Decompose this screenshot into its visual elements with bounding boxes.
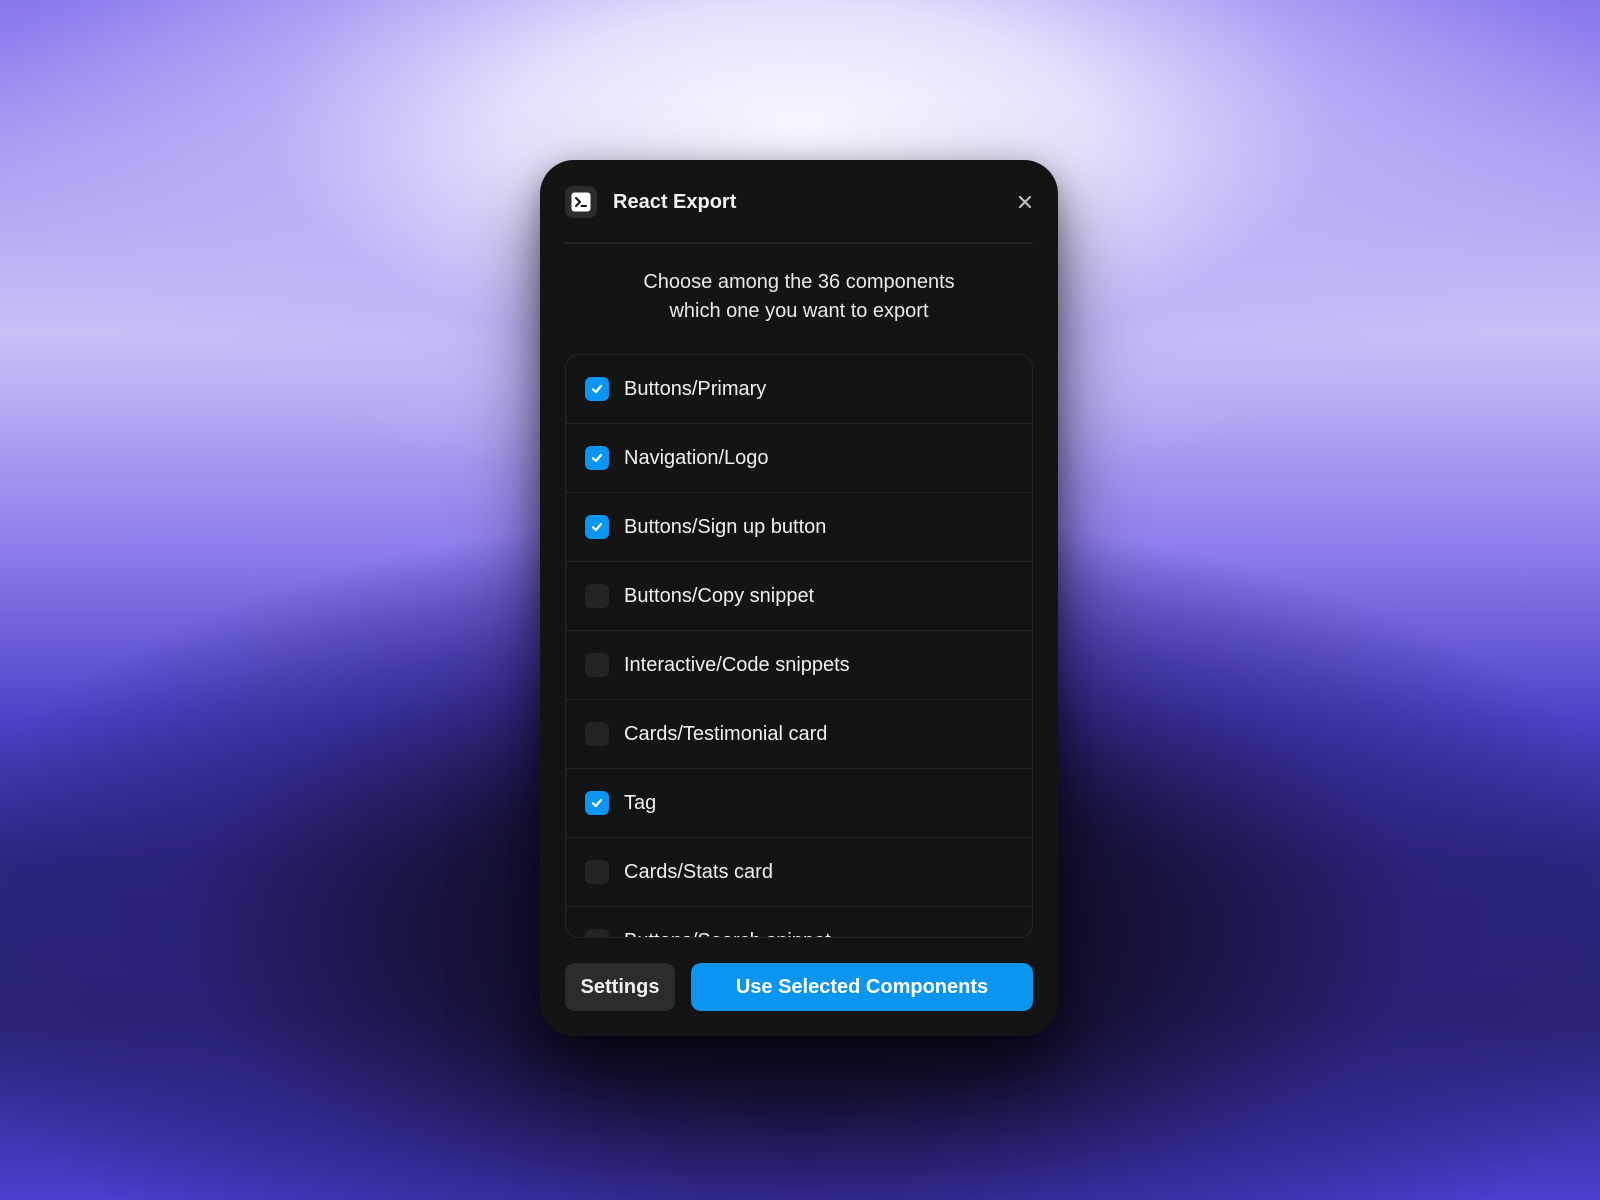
component-label: Cards/Testimonial card: [624, 722, 828, 745]
component-row[interactable]: Buttons/Copy snippet: [566, 562, 1032, 631]
component-row[interactable]: Tag: [566, 769, 1032, 838]
component-row[interactable]: Buttons/Sign up button: [566, 493, 1032, 562]
component-checkbox[interactable]: [585, 584, 609, 608]
component-label: Buttons/Primary: [624, 377, 767, 400]
component-label: Buttons/Search snippet: [624, 930, 831, 938]
dialog-footer: Settings Use Selected Components: [565, 963, 1033, 1011]
subtitle-line-2: which one you want to export: [669, 300, 929, 322]
component-checkbox[interactable]: [585, 653, 609, 677]
component-label: Buttons/Copy snippet: [624, 584, 815, 607]
component-checkbox[interactable]: [585, 860, 609, 884]
component-label: Tag: [624, 791, 657, 814]
component-checkbox[interactable]: [585, 722, 609, 746]
checkmark-icon: [591, 453, 603, 463]
subtitle-line-1: Choose among the 36 components: [643, 271, 955, 293]
component-row[interactable]: Cards/Testimonial card: [566, 700, 1032, 769]
close-icon: [1018, 195, 1032, 209]
settings-button[interactable]: Settings: [565, 963, 675, 1011]
component-row[interactable]: Buttons/Primary: [566, 355, 1032, 424]
header-divider: [565, 242, 1033, 244]
dialog-title: React Export: [613, 190, 737, 213]
component-label: Navigation/Logo: [624, 446, 769, 469]
component-checkbox[interactable]: [585, 446, 609, 470]
component-list[interactable]: Buttons/Primary Navigation/Logo Buttons/Si…: [565, 354, 1033, 938]
component-label: Buttons/Sign up button: [624, 515, 827, 538]
component-row[interactable]: Buttons/Search snippet: [566, 907, 1032, 938]
use-selected-components-button[interactable]: Use Selected Components: [691, 963, 1033, 1011]
component-checkbox[interactable]: [585, 377, 609, 401]
component-checkbox[interactable]: [585, 791, 609, 815]
dialog-header: React Export: [565, 182, 1033, 222]
component-row[interactable]: Navigation/Logo: [566, 424, 1032, 493]
component-row[interactable]: Cards/Stats card: [566, 838, 1032, 907]
checkmark-icon: [591, 522, 603, 532]
react-export-dialog: React Export Choose among the 36 compone…: [540, 160, 1058, 1036]
component-checkbox[interactable]: [585, 929, 609, 937]
checkmark-icon: [591, 798, 603, 808]
component-label: Interactive/Code snippets: [624, 653, 850, 676]
component-checkbox[interactable]: [585, 515, 609, 539]
terminal-icon: [565, 186, 597, 218]
dialog-subtitle: Choose among the 36 components which one…: [580, 268, 1018, 326]
component-row[interactable]: Interactive/Code snippets: [566, 631, 1032, 700]
checkmark-icon: [591, 384, 603, 394]
component-label: Cards/Stats card: [624, 860, 773, 883]
close-button[interactable]: [1011, 188, 1039, 216]
